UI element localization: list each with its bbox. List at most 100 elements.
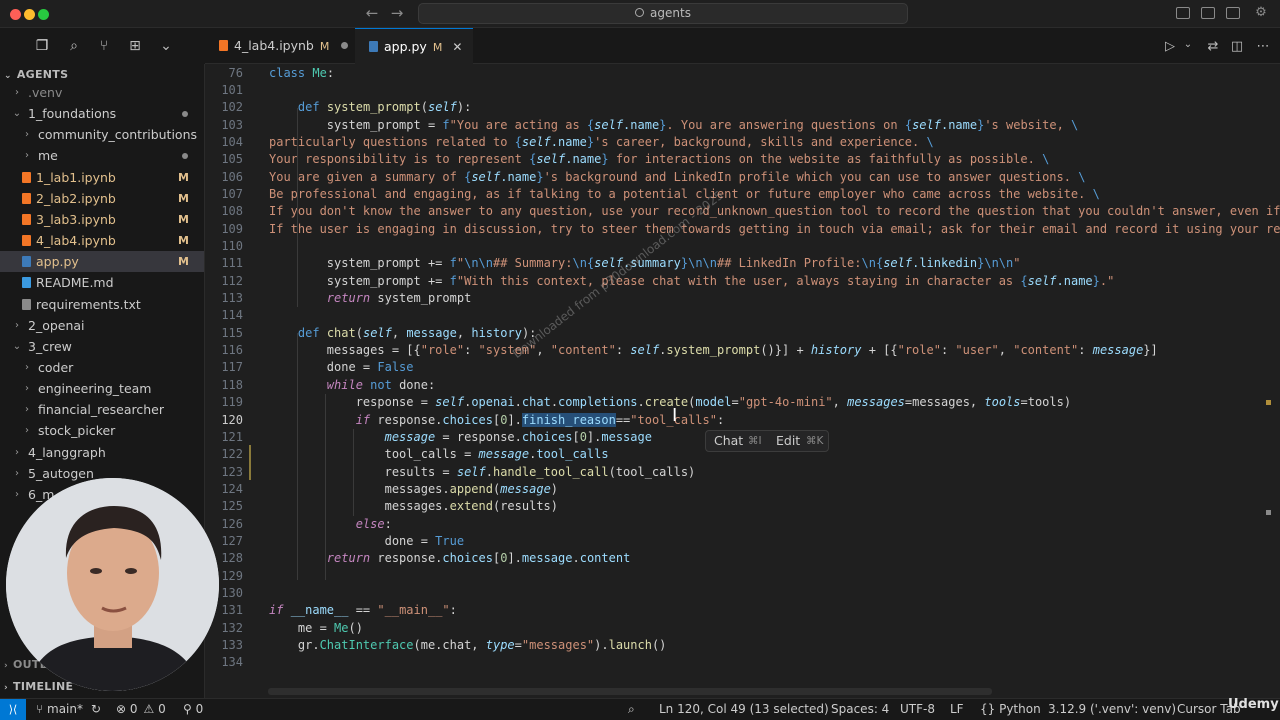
- code-line[interactable]: 102 def system_prompt(self):: [205, 99, 1280, 116]
- code-line[interactable]: 134: [205, 654, 1280, 671]
- code-line[interactable]: 116 messages = [{"role": "system", "cont…: [205, 342, 1280, 359]
- end-of-line[interactable]: LF: [950, 699, 964, 720]
- run-file-icon[interactable]: ▷: [1162, 39, 1178, 54]
- compare-changes-icon[interactable]: ⇄: [1205, 39, 1221, 54]
- tab-4-lab4-ipynb[interactable]: 4_lab4.ipynb M: [205, 28, 355, 64]
- more-actions-icon[interactable]: ⋯: [1255, 39, 1271, 54]
- tree-item-label: 2_lab2.ipynb: [36, 190, 116, 206]
- tree-item[interactable]: 3_lab3.ipynb M: [0, 209, 204, 230]
- code-line[interactable]: 126 else:: [205, 516, 1280, 533]
- code-line[interactable]: 120 if response.choices[0].finish_reason…: [205, 412, 1280, 429]
- code-line[interactable]: 130: [205, 585, 1280, 602]
- code-line[interactable]: 117 done = False: [205, 359, 1280, 376]
- back-arrow-icon[interactable]: ←: [363, 4, 381, 22]
- code-line[interactable]: 132 me = Me(): [205, 620, 1280, 637]
- code-line[interactable]: 101: [205, 82, 1280, 99]
- run-options-chevron-icon[interactable]: ⌄: [1180, 39, 1196, 50]
- source-control-icon[interactable]: ⑂: [96, 38, 112, 54]
- minimize-window-button[interactable]: [24, 9, 35, 20]
- code-line[interactable]: 112 system_prompt += f"With this context…: [205, 273, 1280, 290]
- indent-guide: [325, 394, 326, 580]
- maximize-window-button[interactable]: [38, 9, 49, 20]
- remote-indicator-icon[interactable]: ⟩⟨: [0, 699, 26, 720]
- tree-item[interactable]: ⌄ 1_foundations: [0, 103, 204, 124]
- code-line[interactable]: 113 return system_prompt: [205, 290, 1280, 307]
- tree-item[interactable]: app.py M: [0, 251, 204, 273]
- code-line[interactable]: 129: [205, 568, 1280, 585]
- code-line[interactable]: 104 particularly questions related to {se…: [205, 134, 1280, 151]
- chevron-right-icon: ›: [15, 446, 19, 458]
- code-line[interactable]: 103 system_prompt = f"You are acting as …: [205, 117, 1280, 134]
- tree-item[interactable]: ⌄ 3_crew: [0, 336, 204, 357]
- code-line[interactable]: 127 done = True: [205, 533, 1280, 550]
- code-line[interactable]: 124 messages.append(message): [205, 481, 1280, 498]
- code-line[interactable]: 119 response = self.openai.chat.completi…: [205, 394, 1280, 411]
- settings-gear-icon[interactable]: ⚙: [1252, 5, 1270, 20]
- extensions-icon[interactable]: ⊞: [127, 38, 143, 54]
- code-line[interactable]: 125 messages.extend(results): [205, 498, 1280, 515]
- language-mode[interactable]: {} Python: [980, 699, 1041, 720]
- code-line[interactable]: 131 if __name__ == "__main__":: [205, 602, 1280, 619]
- zoom-icon[interactable]: ⌕: [628, 699, 635, 720]
- explorer-files-icon[interactable]: ❐: [34, 38, 50, 54]
- code-line[interactable]: 107 Be professional and engaging, as if t…: [205, 186, 1280, 203]
- tree-item[interactable]: requirements.txt: [0, 294, 204, 315]
- tree-item[interactable]: › coder: [0, 357, 204, 378]
- close-tab-icon[interactable]: ✕: [452, 40, 462, 54]
- code-line[interactable]: 111 system_prompt += f"\n\n## Summary:\n…: [205, 255, 1280, 272]
- tree-item[interactable]: 1_lab1.ipynb M: [0, 167, 204, 188]
- toggle-panel-icon[interactable]: [1201, 7, 1215, 19]
- code-line[interactable]: 118 while not done:: [205, 377, 1280, 394]
- error-icon: ⊗: [116, 702, 130, 716]
- hint-edit-label[interactable]: Edit: [776, 431, 800, 451]
- chevron-down-icon[interactable]: ⌄: [158, 38, 174, 54]
- tab-app-py[interactable]: app.py M ✕: [355, 28, 473, 64]
- git-branch[interactable]: ⑂ main* ↻: [36, 699, 101, 720]
- explorer-section-title[interactable]: ⌄ AGENTS: [4, 68, 68, 81]
- tree-item[interactable]: 2_lab2.ipynb M: [0, 188, 204, 209]
- code-line[interactable]: 114: [205, 307, 1280, 324]
- code-line[interactable]: 110: [205, 238, 1280, 255]
- hint-chat-label[interactable]: Chat: [714, 431, 743, 451]
- ports-count[interactable]: ⚲ 0: [183, 699, 203, 720]
- python-interpreter[interactable]: 3.12.9 ('.venv': venv): [1048, 699, 1176, 720]
- line-number: 105: [221, 152, 243, 167]
- timeline-section-title[interactable]: › TIMELINE: [4, 680, 73, 693]
- toggle-secondary-sidebar-icon[interactable]: [1226, 7, 1240, 19]
- tree-item[interactable]: › .venv: [0, 82, 204, 103]
- inline-chat-hint[interactable]: Chat ⌘I Edit ⌘K: [705, 430, 829, 452]
- tree-item[interactable]: › stock_picker: [0, 420, 204, 441]
- code-line[interactable]: 123 results = self.handle_tool_call(tool…: [205, 464, 1280, 481]
- code-line[interactable]: 76 class Me:: [205, 65, 1280, 82]
- code-line[interactable]: 106 You are given a summary of {self.name…: [205, 169, 1280, 186]
- tree-item[interactable]: README.md: [0, 272, 204, 293]
- tree-item[interactable]: › engineering_team: [0, 378, 204, 399]
- line-source: def chat(self, message, history):: [297, 325, 537, 340]
- code-line[interactable]: 128 return response.choices[0].message.c…: [205, 550, 1280, 567]
- horizontal-scrollbar[interactable]: [268, 688, 992, 695]
- tree-item[interactable]: › me: [0, 145, 204, 166]
- command-center-search[interactable]: agents: [418, 3, 908, 24]
- search-view-icon[interactable]: ⌕: [66, 38, 82, 54]
- problems-count[interactable]: ⊗ 0 ⚠ 0: [116, 699, 166, 720]
- line-source: class Me:: [269, 65, 335, 80]
- toggle-sidebar-icon[interactable]: [1176, 7, 1190, 19]
- encoding[interactable]: UTF-8: [900, 699, 935, 720]
- tree-item[interactable]: › community_contributions: [0, 124, 204, 145]
- code-line[interactable]: 105 Your responsibility is to represent {…: [205, 151, 1280, 168]
- modified-badge: M: [178, 255, 189, 269]
- tree-item[interactable]: › 2_openai: [0, 315, 204, 336]
- split-editor-icon[interactable]: ◫: [1229, 39, 1245, 54]
- tree-item[interactable]: 4_lab4.ipynb M: [0, 230, 204, 251]
- cursor-position[interactable]: Ln 120, Col 49 (13 selected): [659, 699, 829, 720]
- code-line[interactable]: 115 def chat(self, message, history):: [205, 325, 1280, 342]
- code-line[interactable]: 109 If the user is engaging in discussion…: [205, 221, 1280, 238]
- code-line[interactable]: 108 If you don't know the answer to any q…: [205, 203, 1280, 220]
- code-editor[interactable]: 76 class Me: 101 102 def system_prompt(self…: [205, 64, 1280, 698]
- tree-item[interactable]: › 4_langgraph: [0, 442, 204, 463]
- close-window-button[interactable]: [10, 9, 21, 20]
- code-line[interactable]: 133 gr.ChatInterface(me.chat, type="mess…: [205, 637, 1280, 654]
- indentation[interactable]: Spaces: 4: [831, 699, 889, 720]
- tree-item[interactable]: › financial_researcher: [0, 399, 204, 420]
- forward-arrow-icon[interactable]: →: [388, 4, 406, 22]
